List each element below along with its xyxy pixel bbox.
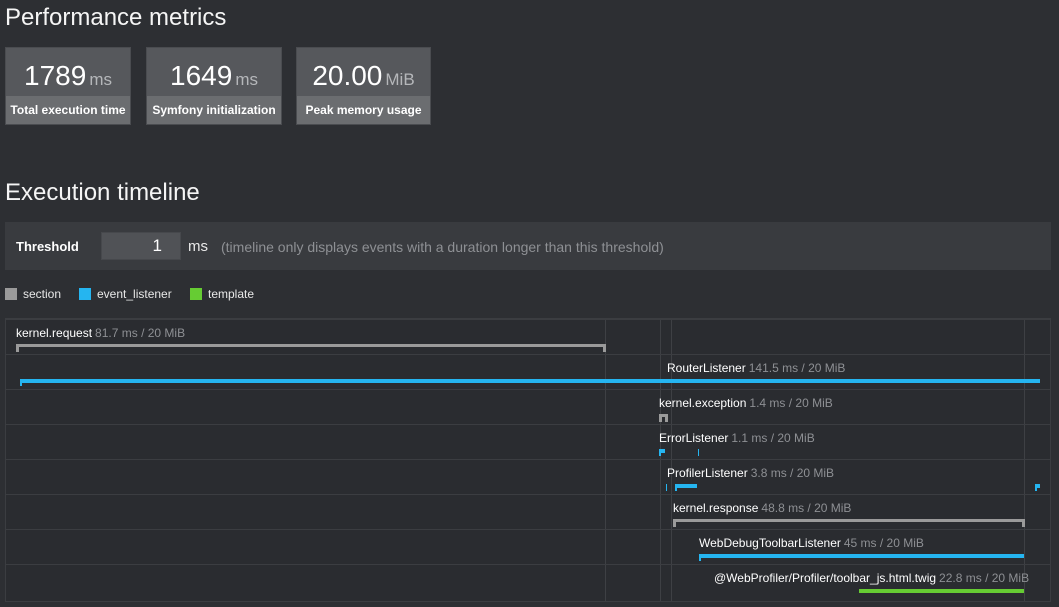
- legend-item-event-listener[interactable]: event_listener: [79, 287, 172, 301]
- event-listener-marker: [1035, 484, 1037, 491]
- timeline-row-kernel-request: kernel.request 81.7 ms / 20 MiB: [6, 319, 1050, 354]
- execution-timeline-title: Execution timeline: [5, 179, 200, 206]
- timeline-row-error-listener: ErrorListener 1.1 ms / 20 MiB: [6, 424, 1050, 459]
- section-bar[interactable]: [659, 414, 668, 422]
- legend-label: section: [23, 287, 62, 301]
- event-listener-marker: [675, 484, 677, 491]
- section-bar[interactable]: [16, 344, 606, 352]
- legend-label: template: [208, 287, 255, 301]
- threshold-label: Threshold: [16, 239, 79, 254]
- section-bar[interactable]: [673, 519, 1025, 527]
- event-listener-marker: [698, 449, 699, 456]
- event-listener-marker: [699, 554, 701, 561]
- metric-unit: MiB: [385, 70, 415, 89]
- event-label: ErrorListener 1.1 ms / 20 MiB: [659, 431, 815, 445]
- threshold-help-text: (timeline only displays events with a du…: [221, 239, 664, 255]
- legend-swatch-template: [190, 288, 202, 300]
- performance-metrics-title: Performance metrics: [5, 4, 227, 31]
- event-listener-bar[interactable]: [699, 554, 1024, 558]
- threshold-input[interactable]: [101, 232, 181, 260]
- metric-unit: ms: [89, 70, 112, 89]
- timeline-row-profiler-listener: ProfilerListener 3.8 ms / 20 MiB: [6, 459, 1050, 494]
- timeline-row-kernel-exception: kernel.exception 1.4 ms / 20 MiB: [6, 389, 1050, 424]
- event-listener-marker: [666, 484, 667, 491]
- timeline-row-toolbar-js-template: @WebProfiler/Profiler/toolbar_js.html.tw…: [6, 564, 1050, 599]
- event-listener-bar[interactable]: [675, 484, 697, 488]
- metric-value: 1649: [170, 60, 233, 91]
- timeline-row-router-listener: RouterListener 141.5 ms / 20 MiB: [6, 354, 1050, 389]
- event-label: ProfilerListener 3.8 ms / 20 MiB: [667, 466, 835, 480]
- event-label: kernel.request 81.7 ms / 20 MiB: [16, 326, 186, 340]
- metric-peak-memory-usage: 20.00 MiB Peak memory usage: [296, 47, 431, 125]
- event-listener-marker: [20, 379, 22, 386]
- legend-label: event_listener: [97, 287, 172, 301]
- timeline-chart: kernel.request 81.7 ms / 20 MiB RouterLis…: [5, 318, 1051, 602]
- event-label: @WebProfiler/Profiler/toolbar_js.html.tw…: [714, 571, 1030, 585]
- legend-item-section[interactable]: section: [5, 287, 61, 301]
- event-listener-bar[interactable]: [20, 379, 1040, 383]
- event-label: kernel.exception 1.4 ms / 20 MiB: [659, 396, 833, 410]
- event-label: WebDebugToolbarListener 45 ms / 20 MiB: [699, 536, 924, 550]
- metric-label: Peak memory usage: [297, 96, 430, 124]
- metric-label: Total execution time: [6, 96, 130, 124]
- legend-swatch-section: [5, 288, 17, 300]
- legend-item-template[interactable]: template: [190, 287, 254, 301]
- legend-swatch-event-listener: [79, 288, 91, 300]
- template-bar[interactable]: [859, 589, 1024, 593]
- event-label: kernel.response 48.8 ms / 20 MiB: [673, 501, 852, 515]
- threshold-unit: ms: [188, 238, 208, 255]
- metric-value: 20.00: [312, 60, 383, 91]
- event-listener-marker: [659, 449, 661, 456]
- metric-value: 1789: [24, 60, 87, 91]
- metric-symfony-initialization: 1649 ms Symfony initialization: [146, 47, 282, 125]
- timeline-row-kernel-response: kernel.response 48.8 ms / 20 MiB: [6, 494, 1050, 529]
- timeline-row-web-debug-toolbar-listener: WebDebugToolbarListener 45 ms / 20 MiB: [6, 529, 1050, 564]
- metric-unit: ms: [235, 70, 258, 89]
- metric-label: Symfony initialization: [147, 96, 281, 124]
- metric-total-execution-time: 1789 ms Total execution time: [5, 47, 131, 125]
- event-label: RouterListener 141.5 ms / 20 MiB: [667, 361, 846, 375]
- threshold-panel: Threshold ms (timeline only displays eve…: [5, 222, 1051, 270]
